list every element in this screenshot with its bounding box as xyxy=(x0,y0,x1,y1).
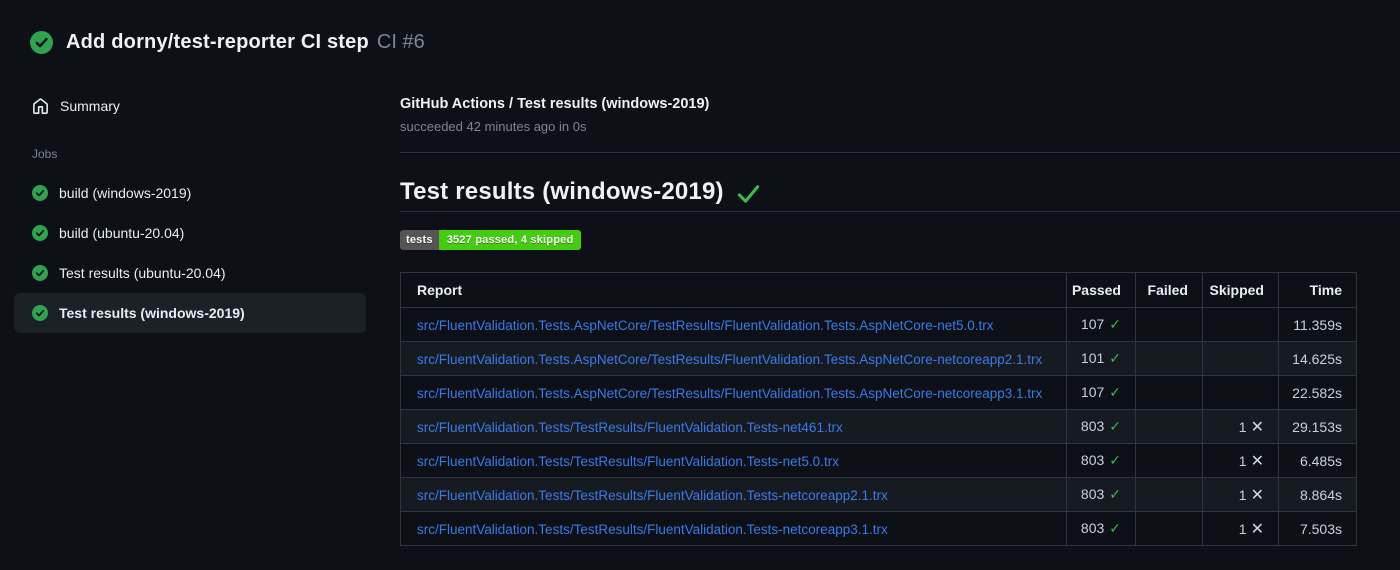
report-link[interactable]: src/FluentValidation.Tests.AspNetCore/Te… xyxy=(417,318,994,333)
success-check-circle-icon xyxy=(32,225,48,241)
check-icon: ✓ xyxy=(1109,452,1121,468)
table-row: src/FluentValidation.Tests.AspNetCore/Te… xyxy=(400,375,1357,410)
sidebar-item-job-test-results-ubuntu[interactable]: Test results (ubuntu-20.04) xyxy=(14,253,366,293)
time-cell: 22.582s xyxy=(1278,375,1357,410)
failed-cell xyxy=(1135,341,1203,376)
check-icon: ✓ xyxy=(1109,350,1121,366)
time-cell: 29.153s xyxy=(1278,409,1357,444)
sidebar-item-job-build-windows[interactable]: build (windows-2019) xyxy=(14,173,366,213)
main-content: GitHub Actions / Test results (windows-2… xyxy=(400,96,1400,546)
home-icon xyxy=(33,97,48,114)
report-link[interactable]: src/FluentValidation.Tests/TestResults/F… xyxy=(417,420,843,435)
passed-cell: 107 ✓ xyxy=(1066,375,1136,410)
success-check-circle-icon xyxy=(32,305,48,321)
column-header-passed: Passed xyxy=(1066,272,1136,308)
passed-cell: 803 ✓ xyxy=(1066,477,1136,512)
check-icon: ✓ xyxy=(1109,384,1121,400)
failed-cell xyxy=(1135,307,1203,342)
sidebar-summary-label: Summary xyxy=(60,98,120,114)
jobs-list: build (windows-2019) build (ubuntu-20.04… xyxy=(0,173,380,333)
time-cell: 8.864s xyxy=(1278,477,1357,512)
run-title: Add dorny/test-reporter CI step xyxy=(66,31,369,53)
sidebar-item-job-test-results-windows[interactable]: Test results (windows-2019) xyxy=(14,293,366,333)
table-row: src/FluentValidation.Tests.AspNetCore/Te… xyxy=(400,307,1357,342)
time-cell: 6.485s xyxy=(1278,443,1357,478)
time-cell: 7.503s xyxy=(1278,511,1357,546)
divider xyxy=(400,152,1400,153)
table-row: src/FluentValidation.Tests/TestResults/F… xyxy=(400,409,1357,444)
failed-cell xyxy=(1135,511,1203,546)
check-icon: ✓ xyxy=(1109,520,1121,536)
table-row: src/FluentValidation.Tests/TestResults/F… xyxy=(400,443,1357,478)
report-link[interactable]: src/FluentValidation.Tests.AspNetCore/Te… xyxy=(417,386,1042,401)
section-title: Test results (windows-2019) xyxy=(400,178,724,205)
check-icon: ✓ xyxy=(1109,486,1121,502)
report-link[interactable]: src/FluentValidation.Tests.AspNetCore/Te… xyxy=(417,352,1042,367)
x-icon: ✕ xyxy=(1250,418,1264,436)
failed-cell xyxy=(1135,409,1203,444)
x-icon: ✕ xyxy=(1250,520,1264,538)
check-icon: ✓ xyxy=(1109,418,1121,434)
job-label: build (windows-2019) xyxy=(59,185,192,201)
success-check-circle-icon xyxy=(30,31,53,54)
badge-label: tests xyxy=(400,230,439,250)
workflow-run-page: Add dorny/test-reporter CI step CI #6 Su… xyxy=(0,0,1400,570)
passed-cell: 803 ✓ xyxy=(1066,443,1136,478)
report-link[interactable]: src/FluentValidation.Tests/TestResults/F… xyxy=(417,488,888,503)
job-label: build (ubuntu-20.04) xyxy=(59,225,185,241)
jobs-section-heading: Jobs xyxy=(32,147,58,161)
x-icon: ✕ xyxy=(1250,452,1264,470)
check-run-title: GitHub Actions / Test results (windows-2… xyxy=(400,96,710,112)
table-row: src/FluentValidation.Tests/TestResults/F… xyxy=(400,511,1357,546)
report-link[interactable]: src/FluentValidation.Tests/TestResults/F… xyxy=(417,454,839,469)
failed-cell xyxy=(1135,443,1203,478)
column-header-time: Time xyxy=(1278,272,1357,308)
check-icon: ✓ xyxy=(1109,316,1121,332)
tests-status-badge: tests 3527 passed, 4 skipped xyxy=(400,230,582,250)
time-cell: 14.625s xyxy=(1278,341,1357,376)
test-results-table: Report Passed Failed Skipped Time src/Fl… xyxy=(400,272,1357,546)
report-link[interactable]: src/FluentValidation.Tests/TestResults/F… xyxy=(417,522,888,537)
x-icon: ✕ xyxy=(1250,486,1264,504)
time-cell: 11.359s xyxy=(1278,307,1357,342)
divider xyxy=(400,211,1400,212)
failed-cell xyxy=(1135,375,1203,410)
job-label: Test results (ubuntu-20.04) xyxy=(59,265,226,281)
success-check-circle-icon xyxy=(32,185,48,201)
table-header-row: Report Passed Failed Skipped Time xyxy=(400,272,1357,308)
skipped-cell xyxy=(1202,307,1279,342)
check-run-status-text: succeeded 42 minutes ago in 0s xyxy=(400,119,587,134)
check-icon xyxy=(737,185,759,203)
skipped-cell: 1 ✕ xyxy=(1202,511,1279,546)
skipped-cell xyxy=(1202,341,1279,376)
run-number: CI #6 xyxy=(376,31,425,53)
passed-cell: 803 ✓ xyxy=(1066,511,1136,546)
column-header-report: Report xyxy=(400,272,1067,308)
skipped-cell: 1 ✕ xyxy=(1202,409,1279,444)
passed-cell: 803 ✓ xyxy=(1066,409,1136,444)
success-check-circle-icon xyxy=(32,265,48,281)
job-label: Test results (windows-2019) xyxy=(59,305,245,321)
section-heading: Test results (windows-2019) xyxy=(400,176,1400,208)
badge-value: 3527 passed, 4 skipped xyxy=(438,230,582,250)
failed-cell xyxy=(1135,477,1203,512)
skipped-cell xyxy=(1202,375,1279,410)
column-header-skipped: Skipped xyxy=(1202,272,1279,308)
sidebar-item-summary[interactable]: Summary xyxy=(0,88,380,124)
sidebar: Summary Jobs build (windows-2019) build … xyxy=(0,88,380,333)
sidebar-item-job-build-ubuntu[interactable]: build (ubuntu-20.04) xyxy=(14,213,366,253)
passed-cell: 107 ✓ xyxy=(1066,307,1136,342)
table-row: src/FluentValidation.Tests.AspNetCore/Te… xyxy=(400,341,1357,376)
column-header-failed: Failed xyxy=(1135,272,1203,308)
run-header: Add dorny/test-reporter CI step CI #6 xyxy=(30,31,425,54)
passed-cell: 101 ✓ xyxy=(1066,341,1136,376)
skipped-cell: 1 ✕ xyxy=(1202,477,1279,512)
table-row: src/FluentValidation.Tests/TestResults/F… xyxy=(400,477,1357,512)
skipped-cell: 1 ✕ xyxy=(1202,443,1279,478)
